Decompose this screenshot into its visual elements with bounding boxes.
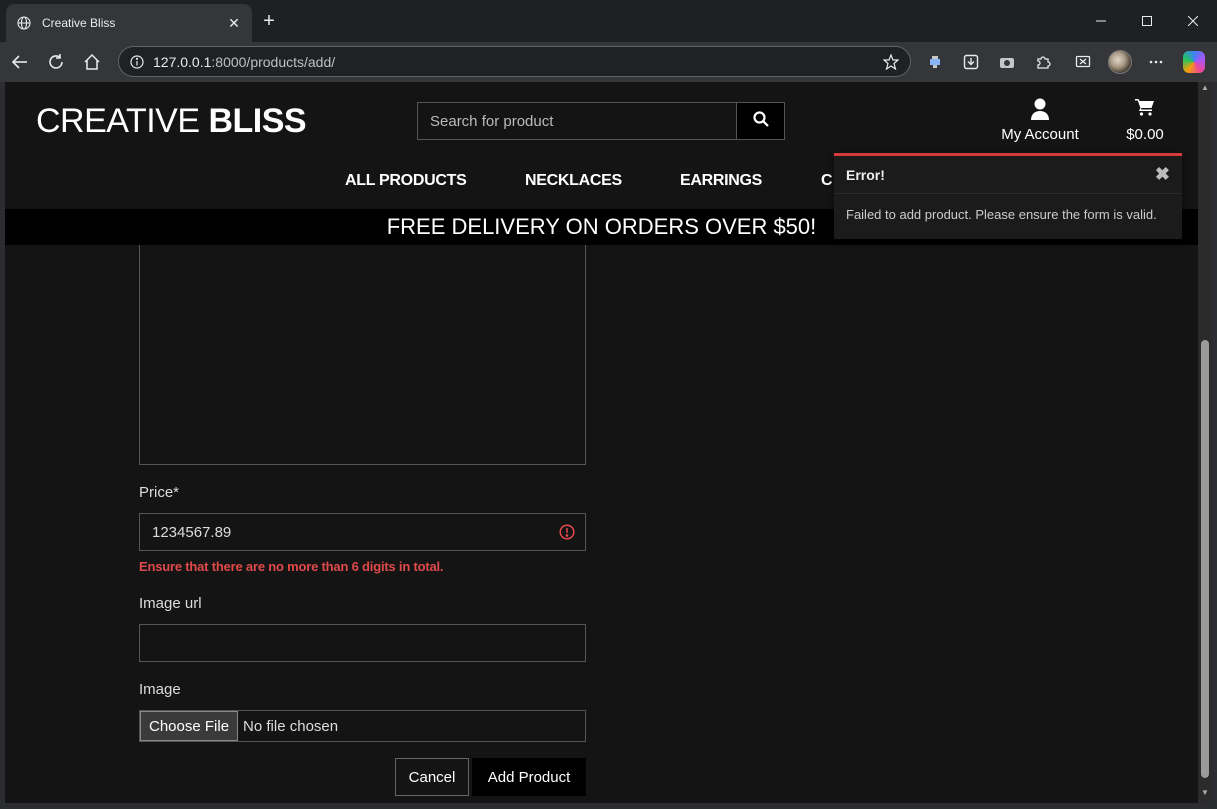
price-input[interactable]: 1234567.89: [139, 513, 586, 551]
profile-avatar[interactable]: [1108, 50, 1132, 74]
my-account-link[interactable]: My Account: [995, 98, 1085, 143]
cart-link[interactable]: $0.00: [1117, 98, 1173, 143]
price-label: Price*: [139, 484, 180, 501]
user-icon: [995, 98, 1085, 120]
scroll-up-icon[interactable]: ▲: [1201, 84, 1209, 92]
more-menu-icon[interactable]: [1145, 51, 1167, 73]
back-icon[interactable]: [6, 48, 34, 76]
bookmark-star-icon[interactable]: [882, 53, 900, 71]
browser-tab[interactable]: Creative Bliss ✕: [6, 4, 252, 42]
copilot-icon[interactable]: [1183, 51, 1205, 73]
exclamation-circle-icon: [559, 524, 575, 540]
price-error-message: Ensure that there are no more than 6 dig…: [139, 559, 444, 574]
tab-strip: Creative Bliss ✕ +: [0, 0, 1217, 42]
search-input[interactable]: [418, 103, 736, 139]
site-logo[interactable]: CREATIVE BLISS: [36, 102, 307, 141]
home-icon[interactable]: [78, 48, 106, 76]
camera-icon[interactable]: [996, 51, 1018, 73]
page-scrollbar[interactable]: ▲ ▼: [1198, 82, 1212, 803]
tab-close-icon[interactable]: ✕: [226, 15, 242, 32]
error-toast: Error! ✖ Failed to add product. Please e…: [834, 153, 1182, 239]
nav-all-products[interactable]: ALL PRODUCTS: [345, 172, 467, 190]
image-url-input[interactable]: [139, 624, 586, 662]
toast-title: Error!: [846, 166, 885, 183]
browser-toolbar: 127.0.0.1:8000/products/add/: [0, 42, 1217, 82]
scroll-thumb[interactable]: [1201, 340, 1209, 778]
extension-icon[interactable]: [924, 51, 946, 73]
site-info-icon[interactable]: [129, 54, 145, 70]
price-value: 1234567.89: [152, 523, 232, 541]
search-button[interactable]: [736, 103, 784, 139]
tab-title: Creative Bliss: [42, 16, 116, 30]
browser-chrome: Creative Bliss ✕ + 127.0.0.1:8000/produc…: [0, 0, 1217, 82]
new-tab-icon[interactable]: +: [258, 10, 280, 32]
reload-icon[interactable]: [42, 48, 70, 76]
search-form: [417, 102, 785, 140]
toast-header: Error! ✖: [834, 156, 1182, 194]
my-account-label: My Account: [1001, 126, 1079, 143]
cancel-button[interactable]: Cancel: [395, 758, 469, 796]
globe-icon: [16, 15, 32, 31]
toast-message: Failed to add product. Please ensure the…: [846, 207, 1157, 222]
description-textarea[interactable]: [139, 245, 586, 465]
page-viewport: CREATIVE BLISS My Account $0.00 ALL PROD…: [5, 82, 1198, 803]
address-bar[interactable]: 127.0.0.1:8000/products/add/: [118, 46, 911, 77]
image-label: Image: [139, 681, 181, 698]
scroll-down-icon[interactable]: ▼: [1201, 789, 1209, 797]
nav-necklaces[interactable]: NECKLACES: [525, 172, 622, 190]
window-close-icon[interactable]: [1170, 0, 1216, 42]
image-url-label: Image url: [139, 595, 202, 612]
screenshot-icon[interactable]: [1072, 51, 1094, 73]
puzzle-extensions-icon[interactable]: [1032, 51, 1054, 73]
file-status: No file chosen: [243, 717, 339, 735]
add-product-button[interactable]: Add Product: [472, 758, 586, 796]
search-icon: [752, 110, 769, 132]
close-icon[interactable]: ✖: [1155, 164, 1170, 185]
cart-icon: [1117, 98, 1173, 120]
choose-file-button[interactable]: Choose File: [140, 711, 239, 741]
download-icon[interactable]: [960, 51, 982, 73]
image-file-input[interactable]: Choose File No file chosen: [139, 710, 586, 742]
minimize-icon[interactable]: [1078, 0, 1124, 42]
nav-earrings[interactable]: EARRINGS: [680, 172, 762, 190]
maximize-icon[interactable]: [1124, 0, 1170, 42]
nav-collapsed-item[interactable]: C: [821, 172, 833, 190]
url-text: 127.0.0.1:8000/products/add/: [153, 53, 336, 70]
cart-total: $0.00: [1126, 126, 1164, 143]
